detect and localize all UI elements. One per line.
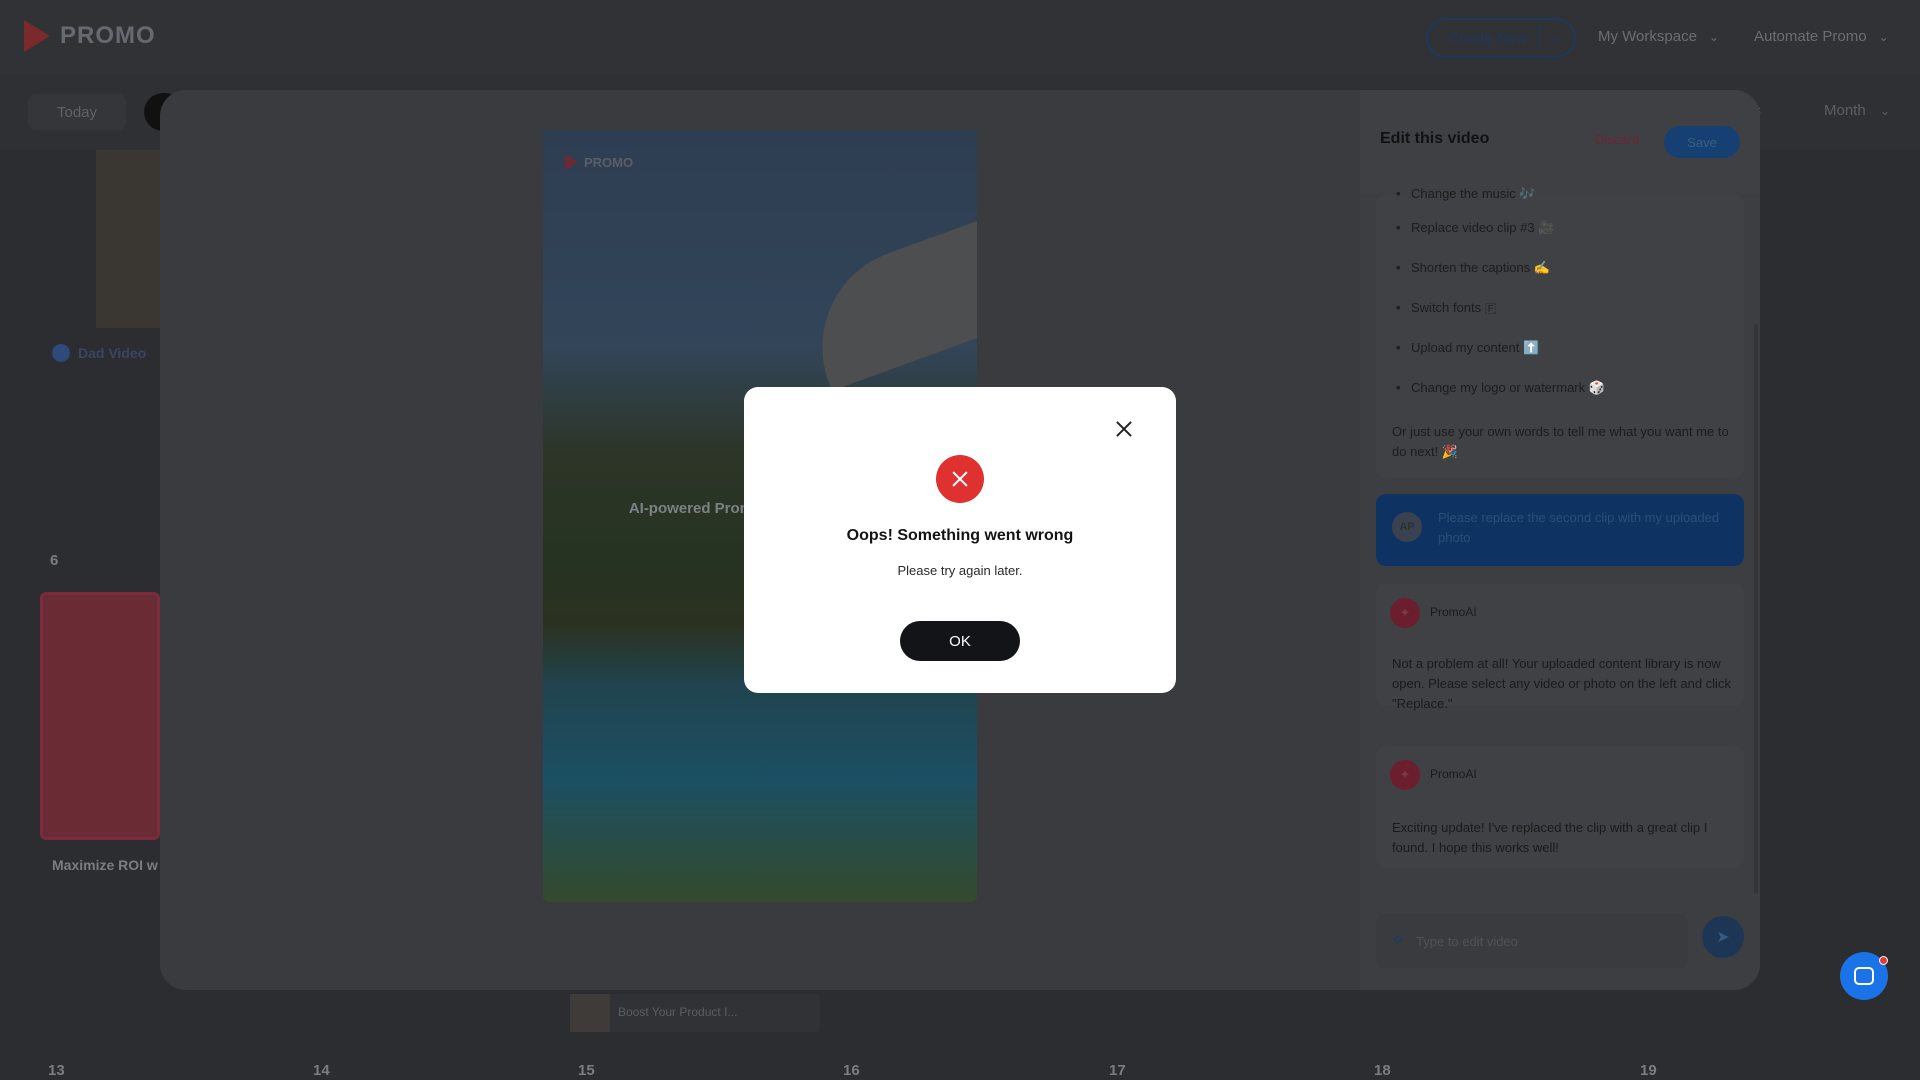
edit-panel: Edit this video Discard Save Change the … [1360,90,1760,990]
calendar-post-title[interactable]: Dad Video [78,345,146,361]
suggestions-footer: Or just use your own words to tell me wh… [1392,424,1729,459]
user-message-text: Please replace the second clip with my u… [1438,510,1720,545]
calendar-day-number: 17 [1109,1062,1126,1079]
chevron-down-icon: ⌄ [1878,30,1889,44]
error-x-icon [936,455,984,503]
logo-text: PROMO [60,22,156,49]
dialog-message: Please try again later. [897,563,1023,578]
post-thumbnail [570,994,610,1032]
dialog-title: Oops! Something went wrong [846,527,1074,544]
chevron-down-icon: ⌄ [1879,104,1890,118]
chat-bubble-icon [1854,967,1874,985]
edit-input-box: ✧ [1376,914,1688,968]
send-icon: ➤ [1716,929,1730,946]
calendar-post-title[interactable]: Maximize ROI w [52,857,158,873]
notification-dot [1879,956,1888,965]
create-new-label: Create New [1448,29,1528,47]
ai-message-text: Not a problem at all! Your uploaded cont… [1392,656,1731,711]
error-dialog: Oops! Something went wrong Please try ag… [744,387,1176,693]
support-chat-button[interactable] [1840,952,1888,1000]
promoai-avatar-icon: ✦ [1390,760,1420,790]
month-select[interactable]: Month ⌄ [1824,102,1890,119]
ok-button[interactable]: OK [900,621,1020,661]
suggestion-item: Shorten the captions ✍️ [1396,260,1550,276]
calendar-day-number: 6 [50,552,59,569]
calendar-day-number: 13 [48,1062,65,1079]
top-bar: PROMO Create New ⌄ My Workspace ⌄ Automat… [0,0,1920,74]
ai-message: ✦ PromoAI Exciting update! I've replaced… [1376,746,1744,868]
ai-message: ✦ PromoAI Not a problem at all! Your upl… [1376,584,1744,711]
avatar: AP [1392,512,1422,542]
logo-mark-icon [565,154,578,170]
save-button[interactable]: Save [1664,126,1740,158]
automate-menu[interactable]: Automate Promo ⌄ [1754,28,1889,45]
ai-sender-name: PromoAI [1430,605,1477,619]
logo[interactable]: PROMO [24,20,156,52]
discard-button[interactable]: Discard [1595,132,1639,147]
scene-umbrella [794,219,977,391]
post-title: Boost Your Product I... [618,1005,738,1019]
calendar-day-number: 16 [843,1062,860,1079]
chat-scrollbar[interactable] [1754,324,1758,894]
suggestion-item: Change the music 🎶 [1396,186,1536,202]
logo-mark-icon [24,20,50,52]
edit-panel-title: Edit this video [1380,130,1490,147]
send-button[interactable]: ➤ [1702,916,1744,958]
workspace-label: My Workspace [1598,28,1697,45]
ai-sender-name: PromoAI [1430,767,1477,781]
chevron-down-icon[interactable]: ⌄ [1551,29,1562,45]
button-divider [1539,26,1540,50]
calendar-post-thumbnail[interactable] [96,150,160,328]
calendar-day-number: 14 [313,1062,330,1079]
facebook-icon [52,344,70,362]
calendar-day-number: 19 [1640,1062,1657,1079]
workspace-menu[interactable]: My Workspace ⌄ [1598,28,1719,45]
user-message: AP Please replace the second clip with m… [1376,494,1744,566]
suggestion-item: Switch fonts 🇫 [1396,300,1496,316]
calendar-day-number: 18 [1374,1062,1391,1079]
sparkle-icon: ✧ [1390,930,1406,950]
suggestion-item: Change my logo or watermark 🎲 [1396,380,1605,396]
edit-video-input[interactable] [1416,928,1676,954]
close-icon[interactable] [1112,417,1136,441]
calendar-post-thumbnail[interactable] [40,592,160,840]
create-new-button[interactable]: Create New ⌄ [1426,18,1576,58]
promoai-avatar-icon: ✦ [1390,598,1420,628]
calendar-post-item[interactable]: Boost Your Product I... [570,994,820,1032]
chevron-down-icon: ⌄ [1708,30,1719,44]
suggestion-item: Replace video clip #3 🎥 [1396,220,1554,236]
ai-message-text: Exciting update! I've replaced the clip … [1392,820,1708,855]
video-watermark: PROMO [565,154,633,170]
today-button[interactable]: Today [28,94,126,130]
month-label: Month [1824,102,1866,119]
calendar-day-number: 15 [578,1062,595,1079]
automate-label: Automate Promo [1754,28,1867,45]
video-watermark-text: PROMO [584,154,634,170]
suggestion-item: Upload my content ⬆️ [1396,340,1539,356]
edit-panel-header: Edit this video Discard Save [1360,90,1760,194]
